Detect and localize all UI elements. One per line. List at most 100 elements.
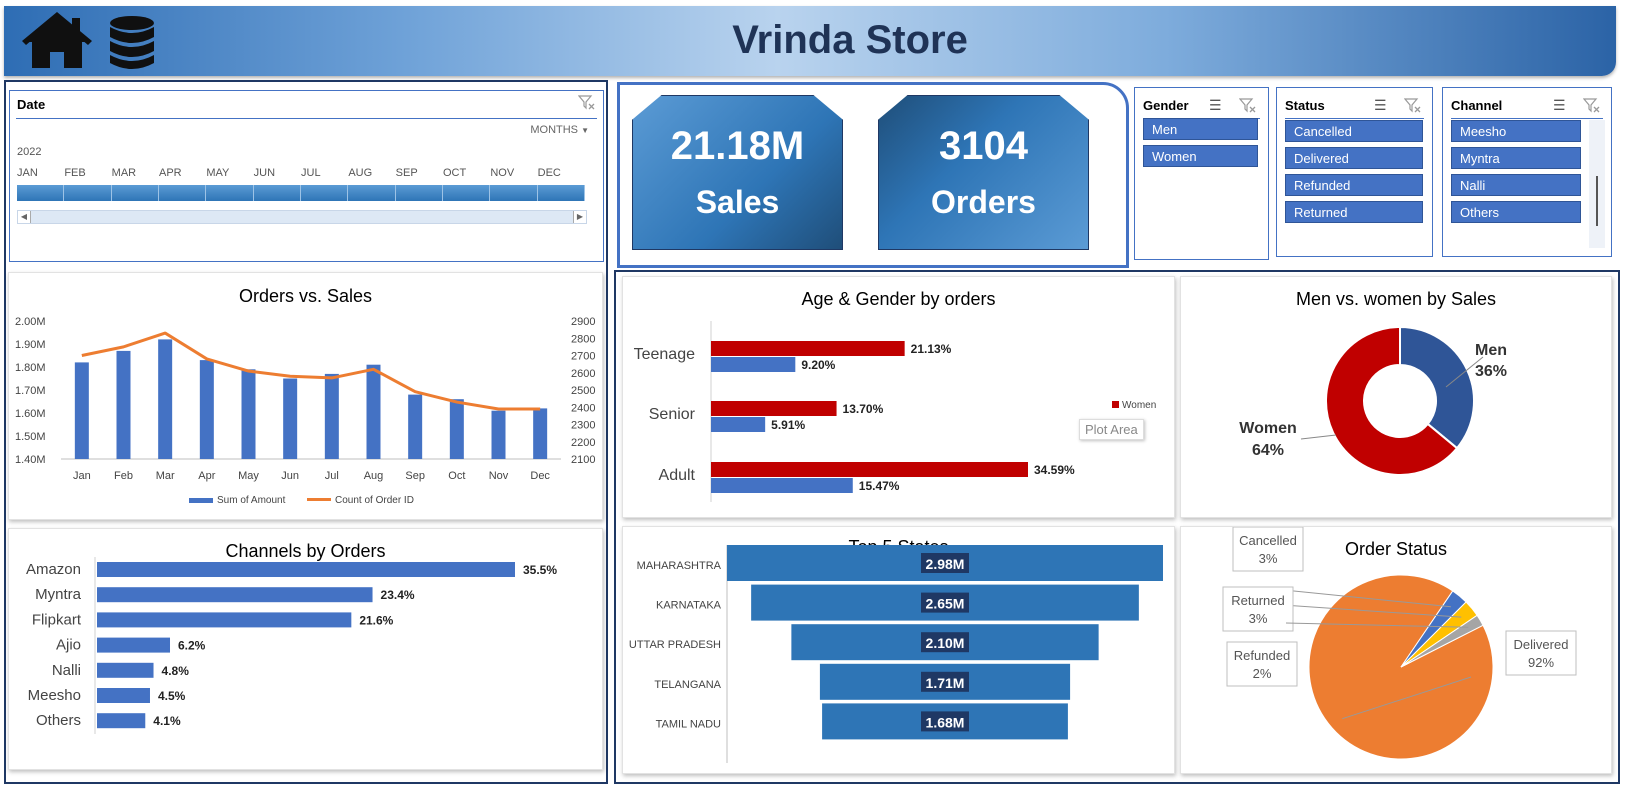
gender-item-women[interactable]: Women [1143,145,1258,167]
category-label: Ajio [56,637,81,654]
leader-line [1300,434,1337,440]
category-label: TELANGANA [654,679,721,691]
clear-filter-icon[interactable] [1404,98,1422,114]
orders-vs-sales-card: Orders vs. Sales 1.40M 1.50M 1.60M 1.70M 1.8… [8,272,603,520]
timeline-month-label: NOV [490,167,515,179]
status-slicer[interactable]: Status ☰ Cancelled Delivered Refunded Re… [1276,87,1433,257]
y2-axis-tick-label: 2800 [571,333,595,345]
multi-select-icon[interactable]: ☰ [1374,97,1387,114]
y-axis-tick-label: 1.40M [15,454,46,466]
bar-women [711,401,837,416]
timeline-month-segment[interactable] [490,185,538,201]
channel-slicer-label: Channel [1451,98,1503,113]
scroll-right-icon[interactable]: ▶ [573,211,586,223]
timeline-month-segment[interactable] [396,185,443,201]
y2-axis-tick-label: 2700 [571,351,595,363]
clear-filter-icon[interactable] [578,95,596,111]
multi-select-icon[interactable]: ☰ [1209,97,1222,114]
timeline-months: JAN FEB MAR APR MAY JUN JUL AUG SEP OCT NOV DEC [17,167,585,181]
clear-filter-icon[interactable] [1583,98,1601,114]
bar-women [711,341,905,356]
channel-scrollbar[interactable] [1589,120,1605,248]
status-item-delivered[interactable]: Delivered [1285,147,1423,169]
timeline-month-segment[interactable] [538,185,585,201]
sales-kpi-value: 21.18M [670,124,805,168]
data-label: 4.1% [153,714,181,728]
slice-value-label: 36% [1475,363,1507,380]
timeline-month-segment[interactable] [254,185,301,201]
timeline-scrollbar[interactable]: ◀ ▶ [17,210,587,224]
category-label: KARNATAKA [656,600,722,612]
slice-value-label: 3% [1249,611,1268,626]
bar-men [711,478,853,493]
timeline-month-segment[interactable] [301,185,349,201]
timeline-month-segment[interactable] [17,185,65,201]
channel-slicer-divider [1451,118,1603,119]
age-gender-card: Age & Gender by orders Teenage 21.13% 9.20… [622,276,1175,518]
gender-slicer-label: Gender [1143,98,1189,113]
x-axis-tick-label: Oct [448,470,465,482]
timeline-period-selector[interactable]: MONTHS ▼ [530,124,589,136]
sales-kpi-label: Sales [695,184,780,220]
bar-sum-of-amount [74,362,89,459]
x-axis-tick-label: Jan [73,470,91,482]
gender-slicer[interactable]: Gender ☰ Men Women [1134,87,1269,260]
status-item-returned[interactable]: Returned [1285,201,1423,223]
bar-sum-of-amount [366,364,381,459]
scroll-left-icon[interactable]: ◀ [18,211,31,223]
data-label: 5.91% [771,418,805,432]
timeline-bar[interactable] [17,185,585,201]
slice-name-label: Cancelled [1239,533,1297,548]
timeline-month-segment[interactable] [206,185,254,201]
sales-kpi-card: 21.18M Sales [632,95,843,250]
timeline-month-label: MAY [206,167,230,179]
y-axis-tick-label: 1.70M [15,385,46,397]
timeline-month-segment[interactable] [112,185,159,201]
timeline-month-segment[interactable] [159,185,207,201]
timeline-month-label: JAN [17,167,38,179]
orders-kpi-label: Orders [931,184,1036,220]
gender-item-men[interactable]: Men [1143,118,1258,140]
data-label: 21.13% [911,342,952,356]
timeline-period-label: MONTHS [530,124,579,136]
y2-axis-tick-label: 2900 [571,316,595,328]
timeline-month-segment[interactable] [64,185,112,201]
channel-slicer[interactable]: Channel ☰ Meesho Myntra Nalli Others [1442,87,1612,257]
timeline-year: 2022 [17,146,42,158]
y-axis-tick-label: 1.80M [15,362,46,374]
plot-area-tooltip: Plot Area [1079,419,1144,440]
status-item-cancelled[interactable]: Cancelled [1285,120,1423,142]
dashboard-title: Vrinda Store [732,18,968,62]
timeline-month-label: DEC [537,167,561,179]
data-label: 23.4% [381,588,415,602]
channel-item-nalli[interactable]: Nalli [1451,174,1581,196]
category-label: Others [36,712,81,729]
bar-sum-of-amount [408,394,423,459]
multi-select-icon[interactable]: ☰ [1553,97,1566,114]
bar-channel [97,713,146,729]
channel-item-meesho[interactable]: Meesho [1451,120,1581,142]
data-label: 2.65M [926,596,965,612]
status-item-refunded[interactable]: Refunded [1285,174,1423,196]
channel-item-myntra[interactable]: Myntra [1451,147,1581,169]
bar-sum-of-amount [283,378,298,459]
data-label: 9.20% [801,358,835,372]
status-slicer-label: Status [1285,98,1325,113]
bar-sum-of-amount [116,350,131,459]
bar-channel [97,662,154,678]
channel-item-others[interactable]: Others [1451,201,1581,223]
category-label: Amazon [26,561,81,578]
date-timeline[interactable]: Date MONTHS ▼ 2022 JAN FEB MAR APR MAY JUN JUL… [9,90,604,262]
data-label: 6.2% [178,639,206,653]
bar-sum-of-amount [241,369,256,459]
bar-men [711,357,796,372]
timeline-month-segment[interactable] [348,185,396,201]
clear-filter-icon[interactable] [1239,98,1257,114]
men-vs-women-chart: Men 36% Women 64% [1239,325,1507,476]
timeline-month-segment[interactable] [443,185,491,201]
legend-label: Women [1122,400,1156,411]
x-axis-tick-label: Dec [530,470,550,482]
donut-slice-men [1399,325,1475,450]
channel-scrollbar-thumb[interactable] [1596,176,1598,226]
men-vs-women-card: Men vs. women by Sales Men 36% Women 64% [1180,276,1612,518]
